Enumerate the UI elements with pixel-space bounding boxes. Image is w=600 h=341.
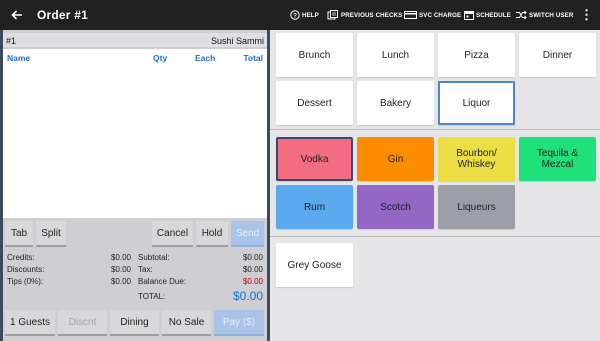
menu-dinner[interactable]: Dinner: [519, 33, 596, 77]
service-charge-icon: [404, 11, 417, 19]
switch-user-label: SWITCH USER: [529, 11, 574, 19]
order-items-list[interactable]: Name Qty Each Total: [3, 49, 267, 218]
tax-value: $0.00: [242, 265, 263, 274]
menu-bakery[interactable]: Bakery: [357, 81, 434, 125]
category-gin[interactable]: Gin: [357, 137, 434, 181]
credits-value: $0.00: [110, 253, 131, 262]
menu-brunch[interactable]: Brunch: [276, 33, 353, 77]
schedule-button[interactable]: SCHEDULE: [464, 8, 511, 22]
previous-checks-label: PREVIOUS CHECKS: [341, 11, 403, 19]
tax-label: Tax:: [138, 265, 153, 274]
credits-label: Credits:: [7, 253, 35, 262]
help-label: HELP: [302, 11, 319, 19]
tips-label: Tips (0%):: [7, 277, 44, 286]
help-icon: ?: [290, 10, 300, 20]
tab-button[interactable]: Tab: [5, 221, 33, 247]
total-label: TOTAL:: [138, 292, 166, 301]
page-title: Order #1: [37, 8, 88, 22]
balance-due-label: Balance Due:: [138, 277, 187, 286]
menu-liquor[interactable]: Liquor: [438, 81, 515, 125]
previous-checks-icon: [327, 10, 338, 20]
category-liqueurs[interactable]: Liqueurs: [438, 185, 515, 229]
more-options-icon[interactable]: ⋮: [580, 7, 593, 23]
category-vodka[interactable]: Vodka: [276, 137, 353, 181]
dining-button[interactable]: Dining: [110, 310, 159, 336]
discounts-label: Discounts:: [7, 265, 45, 274]
menu-dessert[interactable]: Dessert: [276, 81, 353, 125]
previous-checks-button[interactable]: PREVIOUS CHECKS: [327, 8, 402, 22]
menu-lunch[interactable]: Lunch: [357, 33, 434, 77]
order-header: #1 Sushi Sammi: [3, 33, 267, 47]
restaurant-name: Sushi Sammi: [210, 36, 264, 46]
send-button[interactable]: Send: [231, 221, 264, 247]
menu-divider: [270, 129, 600, 130]
product-grey-goose[interactable]: Grey Goose: [276, 243, 353, 287]
schedule-icon: [464, 11, 474, 20]
no-sale-button[interactable]: No Sale: [162, 310, 211, 336]
menu-pizza[interactable]: Pizza: [438, 33, 515, 77]
total-value: $0.00: [232, 289, 263, 303]
svg-text:?: ?: [293, 12, 297, 19]
discounts-value: $0.00: [110, 265, 131, 274]
column-header-each: Each: [195, 53, 216, 63]
order-number: #1: [6, 36, 17, 46]
cancel-button[interactable]: Cancel: [152, 221, 193, 247]
service-charge-label: SVC CHARGE: [419, 11, 462, 19]
split-button[interactable]: Split: [36, 221, 66, 247]
category-bourbon-whiskey[interactable]: Bourbon/ Whiskey: [438, 137, 515, 181]
column-header-qty: Qty: [153, 53, 168, 63]
switch-user-button[interactable]: SWITCH USER: [515, 8, 573, 22]
schedule-label: SCHEDULE: [476, 11, 511, 19]
pay-button[interactable]: Pay ($): [214, 310, 264, 336]
balance-due-value: $0.00: [242, 277, 263, 286]
column-header-name: Name: [7, 53, 31, 63]
guests-button[interactable]: 1 Guests: [5, 310, 55, 336]
service-charge-button[interactable]: SVC CHARGE: [404, 8, 461, 22]
help-button[interactable]: ? HELP: [290, 8, 319, 22]
category-rum[interactable]: Rum: [276, 185, 353, 229]
top-app-bar: Order #1 ? HELP PREVIOUS CHECKS SVC CHAR…: [0, 0, 600, 30]
back-arrow-icon[interactable]: [10, 6, 26, 24]
category-tequila-mezcal[interactable]: Tequila & Mezcal: [519, 137, 596, 181]
hold-button[interactable]: Hold: [196, 221, 228, 247]
column-header-total: Total: [243, 53, 263, 63]
category-scotch[interactable]: Scotch: [357, 185, 434, 229]
tips-value: $0.00: [110, 277, 131, 286]
discount-button[interactable]: Discnt: [58, 310, 107, 336]
subtotal-label: Subtotal:: [138, 253, 170, 262]
category-divider: [270, 236, 600, 237]
switch-user-icon: [516, 10, 527, 20]
subtotal-value: $0.00: [242, 253, 263, 262]
